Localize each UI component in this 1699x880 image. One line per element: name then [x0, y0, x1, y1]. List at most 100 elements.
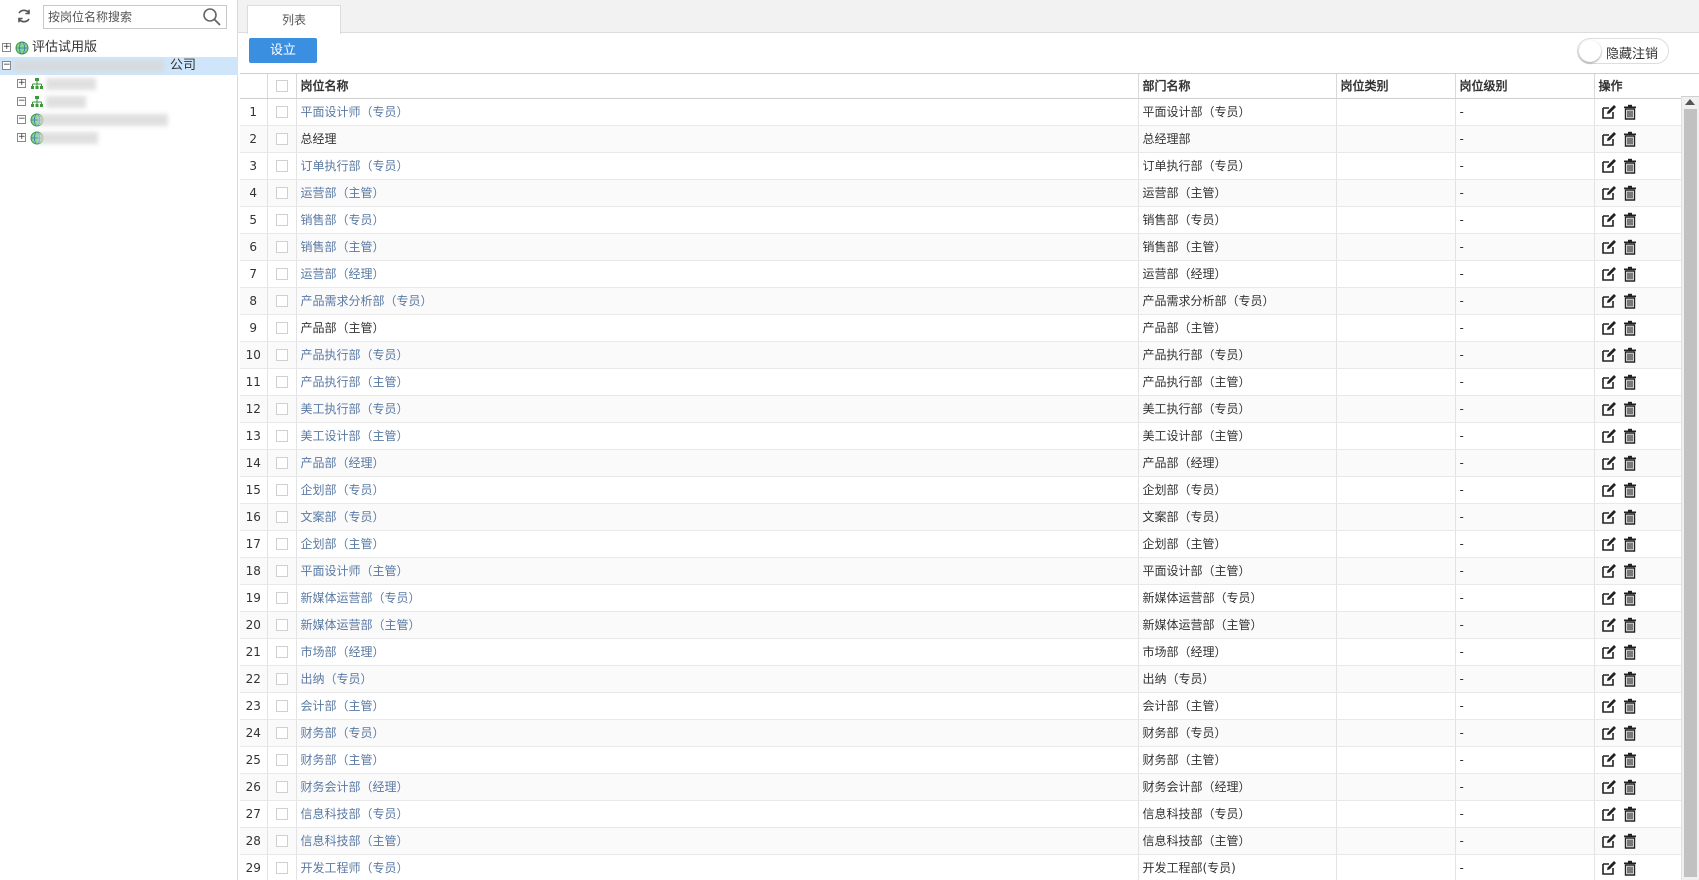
table-row[interactable]: 28 信息科技部（主管） 信息科技部（主管） - [240, 827, 1681, 855]
table-row[interactable]: 2 总经理 总经理部 - [240, 125, 1681, 153]
position-name-cell[interactable]: 信息科技部（专员） [296, 800, 1139, 828]
row-checkbox[interactable] [275, 106, 288, 118]
row-checkbox[interactable] [275, 241, 288, 253]
row-checkbox[interactable] [275, 214, 288, 226]
position-name-cell[interactable]: 总经理 [296, 125, 1139, 153]
row-checkbox[interactable] [275, 457, 288, 469]
position-name-cell[interactable]: 产品执行部（主管） [296, 368, 1139, 396]
trash-icon[interactable] [1622, 860, 1638, 876]
table-row[interactable]: 13 美工设计部（主管） 美工设计部（主管） - [240, 422, 1681, 450]
position-name-cell[interactable]: 产品部（经理） [296, 449, 1139, 477]
table-row[interactable]: 11 产品执行部（主管） 产品执行部（主管） - [240, 368, 1681, 396]
trash-icon[interactable] [1622, 158, 1638, 174]
position-name-cell[interactable]: 产品部（主管） [296, 314, 1139, 342]
edit-icon[interactable] [1601, 509, 1617, 525]
edit-icon[interactable] [1601, 644, 1617, 660]
trash-icon[interactable] [1622, 671, 1638, 687]
row-checkbox[interactable] [275, 673, 288, 685]
row-checkbox[interactable] [275, 646, 288, 658]
edit-icon[interactable] [1601, 131, 1617, 147]
position-name-cell[interactable]: 新媒体运营部（专员） [296, 584, 1139, 612]
row-checkbox[interactable] [275, 133, 288, 145]
trash-icon[interactable] [1622, 563, 1638, 579]
position-name-cell[interactable]: 运营部（主管） [296, 179, 1139, 207]
search-icon[interactable] [202, 7, 224, 27]
collapse-minus-icon[interactable]: − [2, 61, 11, 70]
trash-icon[interactable] [1622, 131, 1638, 147]
trash-icon[interactable] [1622, 428, 1638, 444]
header-position-level[interactable]: 岗位级别 [1455, 74, 1595, 99]
trash-icon[interactable] [1622, 212, 1638, 228]
edit-icon[interactable] [1601, 320, 1617, 336]
edit-icon[interactable] [1601, 833, 1617, 849]
trash-icon[interactable] [1622, 266, 1638, 282]
table-row[interactable]: 14 产品部（经理） 产品部（经理） - [240, 449, 1681, 477]
row-checkbox[interactable] [275, 160, 288, 172]
table-row[interactable]: 15 企划部（专员） 企划部（专员） - [240, 476, 1681, 504]
row-checkbox[interactable] [275, 727, 288, 739]
trash-icon[interactable] [1622, 590, 1638, 606]
refresh-icon[interactable] [14, 8, 34, 28]
table-row[interactable]: 7 运营部（经理） 运营部（经理） - [240, 260, 1681, 288]
expand-plus-icon[interactable]: + [17, 79, 26, 88]
tree-node-child-1[interactable]: + [0, 75, 238, 93]
table-row[interactable]: 9 产品部（主管） 产品部（主管） - [240, 314, 1681, 342]
table-row[interactable]: 4 运营部（主管） 运营部（主管） - [240, 179, 1681, 207]
row-checkbox[interactable] [275, 808, 288, 820]
edit-icon[interactable] [1601, 212, 1617, 228]
table-row[interactable]: 10 产品执行部（专员） 产品执行部（专员） - [240, 341, 1681, 369]
position-name-cell[interactable]: 企划部（主管） [296, 530, 1139, 558]
edit-icon[interactable] [1601, 401, 1617, 417]
trash-icon[interactable] [1622, 239, 1638, 255]
row-checkbox[interactable] [275, 511, 288, 523]
position-search-input[interactable] [44, 6, 194, 28]
position-name-cell[interactable]: 出纳（专员） [296, 665, 1139, 693]
trash-icon[interactable] [1622, 293, 1638, 309]
row-checkbox[interactable] [275, 592, 288, 604]
row-checkbox[interactable] [275, 430, 288, 442]
position-name-cell[interactable]: 开发工程师（专员） [296, 854, 1139, 880]
tree-node-company[interactable]: − 公司 [0, 57, 238, 75]
edit-icon[interactable] [1601, 455, 1617, 471]
trash-icon[interactable] [1622, 347, 1638, 363]
position-name-cell[interactable]: 财务部（主管） [296, 746, 1139, 774]
tab-list[interactable]: 列表 [247, 5, 341, 34]
edit-icon[interactable] [1601, 374, 1617, 390]
row-checkbox[interactable] [275, 295, 288, 307]
table-row[interactable]: 25 财务部（主管） 财务部（主管） - [240, 746, 1681, 774]
position-name-cell[interactable]: 产品执行部（专员） [296, 341, 1139, 369]
table-row[interactable]: 16 文案部（专员） 文案部（专员） - [240, 503, 1681, 531]
setup-button[interactable]: 设立 [249, 38, 317, 63]
position-name-cell[interactable]: 平面设计师（主管） [296, 557, 1139, 585]
tree-node-child-4[interactable]: + [0, 129, 238, 147]
vertical-scrollbar[interactable] [1681, 97, 1699, 880]
row-checkbox[interactable] [275, 538, 288, 550]
row-checkbox[interactable] [275, 754, 288, 766]
edit-icon[interactable] [1601, 671, 1617, 687]
position-name-cell[interactable]: 美工设计部（主管） [296, 422, 1139, 450]
row-checkbox[interactable] [275, 862, 288, 874]
edit-icon[interactable] [1601, 239, 1617, 255]
table-row[interactable]: 29 开发工程师（专员） 开发工程部(专员) - [240, 854, 1681, 880]
expand-plus-icon[interactable]: + [17, 133, 26, 142]
table-row[interactable]: 12 美工执行部（专员） 美工执行部（专员） - [240, 395, 1681, 423]
row-checkbox[interactable] [275, 781, 288, 793]
position-name-cell[interactable]: 美工执行部（专员） [296, 395, 1139, 423]
position-name-cell[interactable]: 企划部（专员） [296, 476, 1139, 504]
edit-icon[interactable] [1601, 617, 1617, 633]
table-row[interactable]: 5 销售部（专员） 销售部（专员） - [240, 206, 1681, 234]
table-row[interactable]: 27 信息科技部（专员） 信息科技部（专员） - [240, 800, 1681, 828]
table-row[interactable]: 20 新媒体运营部（主管） 新媒体运营部（主管） - [240, 611, 1681, 639]
collapse-minus-icon[interactable]: − [17, 97, 26, 106]
table-row[interactable]: 1 平面设计师（专员） 平面设计部（专员） - [240, 98, 1681, 126]
expand-plus-icon[interactable]: + [2, 43, 11, 52]
edit-icon[interactable] [1601, 536, 1617, 552]
scrollbar-thumb[interactable] [1684, 109, 1697, 877]
table-row[interactable]: 8 产品需求分析部（专员） 产品需求分析部（专员） - [240, 287, 1681, 315]
scroll-up-arrow-icon[interactable] [1685, 99, 1695, 105]
trash-icon[interactable] [1622, 779, 1638, 795]
edit-icon[interactable] [1601, 104, 1617, 120]
select-all-checkbox[interactable] [275, 80, 288, 93]
trash-icon[interactable] [1622, 833, 1638, 849]
row-checkbox[interactable] [275, 565, 288, 577]
